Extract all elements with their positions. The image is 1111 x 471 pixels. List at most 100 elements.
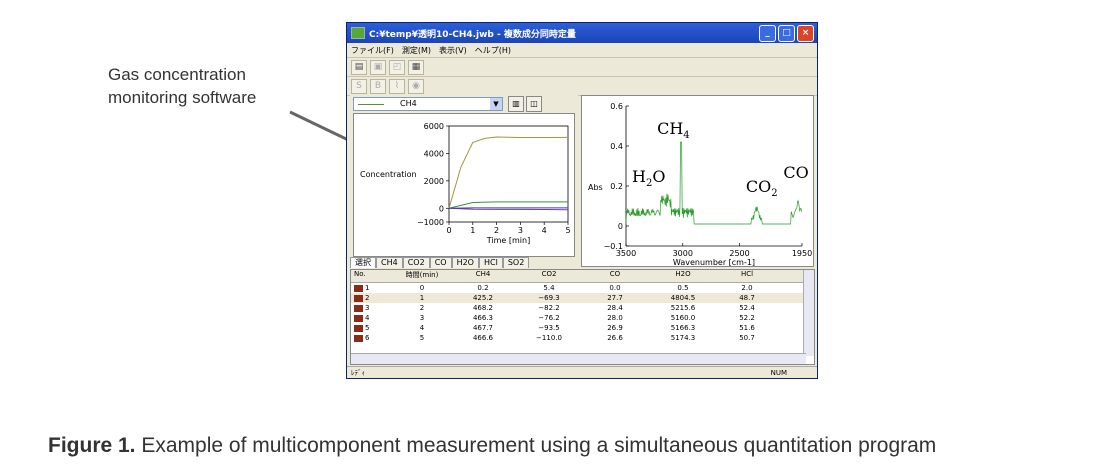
minimize-button[interactable]: _ bbox=[759, 25, 776, 42]
table-cell: 0.2 bbox=[477, 284, 489, 292]
row-icon bbox=[354, 324, 363, 332]
table-cell: 2.0 bbox=[741, 284, 753, 292]
menu-measure[interactable]: 測定(M) bbox=[402, 45, 431, 56]
column-header[interactable]: No. bbox=[351, 270, 394, 282]
peak-label-ch4: CH4 bbox=[657, 119, 690, 141]
annotation-arrow bbox=[289, 110, 377, 155]
table-cell: 2 bbox=[351, 293, 394, 303]
edit-icon[interactable]: ◰ bbox=[389, 59, 405, 75]
spectrum-chart: 0.60.40.20−0.13500 3000 2500 1950Wavenumber… bbox=[581, 95, 814, 267]
maximize-button[interactable]: □ bbox=[778, 25, 795, 42]
table-cell: 28.4 bbox=[607, 304, 623, 312]
column-header[interactable]: CO bbox=[582, 270, 648, 282]
row-number: 1 bbox=[365, 284, 370, 292]
column-header[interactable]: HCl bbox=[718, 270, 776, 282]
close-button[interactable]: × bbox=[797, 25, 814, 42]
spectrum-icon[interactable]: ⌇ bbox=[389, 78, 405, 94]
menu-view[interactable]: 表示(V) bbox=[439, 45, 467, 56]
status-bar: ﾚﾃﾞｨ NUM bbox=[347, 366, 817, 378]
table-cell: −82.2 bbox=[538, 304, 560, 312]
tab-hcl[interactable]: HCl bbox=[478, 257, 503, 268]
series-swatch bbox=[358, 104, 384, 105]
caption-text: Example of multicomponent measurement us… bbox=[135, 434, 937, 457]
graph-settings-icon[interactable]: ▥ bbox=[508, 96, 524, 112]
table-cell: 5 bbox=[351, 323, 394, 333]
x-tick-label: 1950 bbox=[792, 249, 812, 258]
toolbar-1: ▤ ▣ ◰ ▦ bbox=[347, 58, 817, 77]
tab-h2o[interactable]: H2O bbox=[451, 257, 479, 268]
table-row[interactable]: 4 3 466.3 −76.2 28.0 5160.0 52.2 bbox=[351, 313, 814, 323]
column-header[interactable]: CO2 bbox=[516, 270, 582, 282]
chevron-down-icon[interactable]: ▼ bbox=[490, 98, 502, 110]
vertical-scrollbar[interactable] bbox=[803, 270, 814, 356]
row-number: 5 bbox=[365, 324, 370, 332]
graph-view-icon[interactable]: ◫ bbox=[526, 96, 542, 112]
component-tabs: 選択 CH4 CO2 CO H2O HCl SO2 bbox=[350, 257, 530, 268]
table-cell: −76.2 bbox=[538, 314, 560, 322]
y-tick-label: 0.4 bbox=[610, 142, 623, 151]
table-cell: 4 bbox=[419, 324, 425, 332]
row-icon bbox=[354, 334, 363, 342]
sample-icon[interactable]: S bbox=[351, 78, 367, 94]
column-header[interactable]: 時間(min) bbox=[394, 270, 450, 282]
column-header[interactable]: H2O bbox=[648, 270, 718, 282]
y-tick-label: −1000 bbox=[417, 218, 444, 227]
y-axis-label: Abs bbox=[588, 183, 603, 192]
tab-ch4[interactable]: CH4 bbox=[376, 257, 403, 268]
x-tick-label: 3000 bbox=[673, 249, 693, 258]
table-row[interactable]: 1 0 0.2 5.4 0.0 0.5 2.0 bbox=[351, 283, 814, 293]
x-tick-label: 5 bbox=[565, 226, 570, 235]
table-cell: −69.3 bbox=[538, 294, 560, 302]
table-cell: 52.2 bbox=[739, 314, 755, 322]
table-row[interactable]: 3 2 468.2 −82.2 28.4 5215.6 52.4 bbox=[351, 303, 814, 313]
stop-icon[interactable]: ◉ bbox=[408, 78, 424, 94]
table-row[interactable]: 2 1 425.2 −69.3 27.7 4804.5 48.7 bbox=[351, 293, 814, 303]
table-cell: 468.2 bbox=[472, 304, 494, 312]
print-icon[interactable]: ▦ bbox=[408, 59, 424, 75]
y-tick-label: 0.6 bbox=[610, 102, 623, 111]
background-icon[interactable]: B bbox=[370, 78, 386, 94]
table-cell: 3 bbox=[419, 314, 425, 322]
tab-so2[interactable]: SO2 bbox=[502, 257, 530, 268]
concentration-chart: 6000400020000−10000 1 2 3 4 5Time [min]Concen… bbox=[353, 113, 575, 257]
table-cell: 51.6 bbox=[739, 324, 755, 332]
y-tick-label: 0 bbox=[618, 222, 623, 231]
table-cell: 466.3 bbox=[472, 314, 494, 322]
table-row[interactable]: 6 5 466.6 −110.0 26.6 5174.3 50.7 bbox=[351, 333, 814, 343]
tab-co[interactable]: CO bbox=[429, 257, 452, 268]
figure-caption: Figure 1. Example of multicomponent meas… bbox=[48, 434, 936, 458]
peak-label-co2: CO2 bbox=[746, 177, 778, 199]
table-cell: 3 bbox=[351, 303, 394, 313]
menu-file[interactable]: ファイル(F) bbox=[351, 45, 394, 56]
tab-co2[interactable]: CO2 bbox=[402, 257, 430, 268]
x-axis-label: Wavenumber [cm-1] bbox=[673, 258, 755, 267]
status-num: NUM bbox=[770, 369, 787, 377]
table-cell: 1 bbox=[419, 294, 425, 302]
x-tick-label: 0 bbox=[446, 226, 451, 235]
table-cell: 2 bbox=[419, 304, 425, 312]
peak-label-co: CO bbox=[783, 163, 808, 182]
horizontal-scrollbar[interactable] bbox=[351, 353, 806, 364]
table-row[interactable]: 5 4 467.7 −93.5 26.9 5166.3 51.6 bbox=[351, 323, 814, 333]
y-tick-label: 6000 bbox=[424, 122, 444, 131]
save-icon[interactable]: ▣ bbox=[370, 59, 386, 75]
menu-help[interactable]: ヘルプ(H) bbox=[475, 45, 511, 56]
table-cell: 26.9 bbox=[607, 324, 623, 332]
open-icon[interactable]: ▤ bbox=[351, 59, 367, 75]
table-cell: 28.0 bbox=[607, 314, 623, 322]
x-tick-label: 1 bbox=[470, 226, 475, 235]
table-cell: 5215.6 bbox=[670, 304, 696, 312]
table-cell: 6 bbox=[351, 333, 394, 343]
series-dropdown[interactable]: CH4 ▼ bbox=[353, 97, 503, 111]
row-number: 6 bbox=[365, 334, 370, 342]
table-header: No. 時間(min) CH4 CO2 CO H2O HCl bbox=[351, 270, 814, 283]
row-number: 3 bbox=[365, 304, 370, 312]
table-cell: −93.5 bbox=[538, 324, 560, 332]
tab-select[interactable]: 選択 bbox=[350, 257, 376, 268]
y-tick-label: 0.2 bbox=[610, 182, 623, 191]
table-cell: 466.6 bbox=[472, 334, 494, 342]
status-ready: ﾚﾃﾞｨ bbox=[351, 369, 365, 377]
table-cell: −110.0 bbox=[536, 334, 562, 342]
row-number: 4 bbox=[365, 314, 370, 322]
column-header[interactable]: CH4 bbox=[450, 270, 516, 282]
